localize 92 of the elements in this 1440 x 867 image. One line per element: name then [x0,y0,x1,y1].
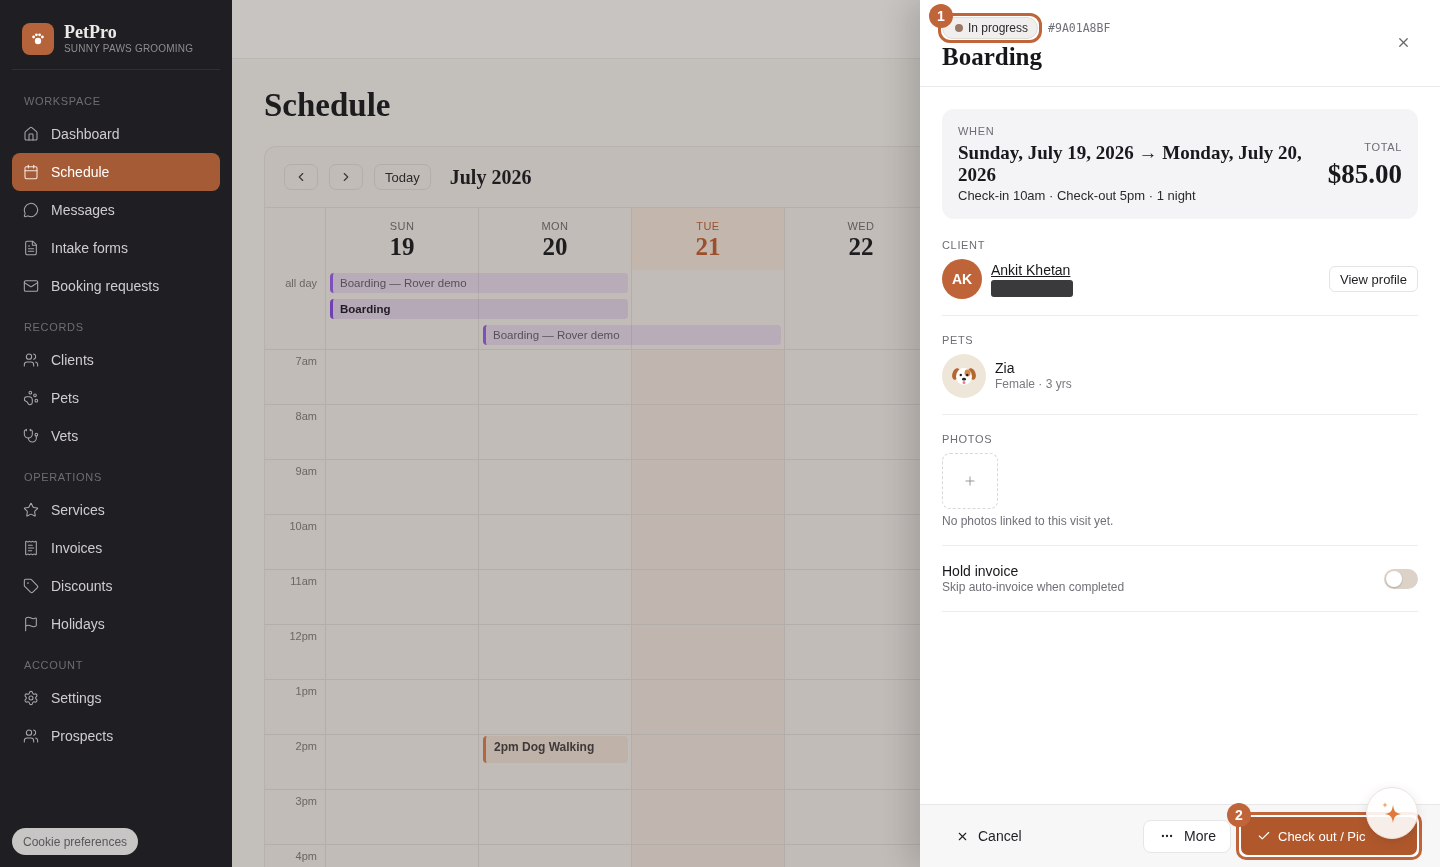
next-button[interactable] [329,164,363,190]
check-icon [1257,829,1271,843]
nav-item[interactable]: Booking requests [12,267,220,305]
nav-item[interactable]: Intake forms [12,229,220,267]
section-label: WHEN [958,124,996,138]
callout-number: 1 [929,4,953,28]
section-label: OPERATIONS [23,470,102,485]
calendar-icon [23,164,39,180]
nav-item[interactable]: Holidays [12,605,220,643]
people-icon [23,728,39,744]
client-name-link[interactable]: Ankit Khetan [991,262,1071,278]
envelope-icon [23,278,39,294]
hour-label: 10am [289,520,317,533]
tag-icon [23,578,39,594]
nav-item[interactable]: Pets [12,379,220,417]
all-day-label: all day [285,276,317,291]
sparkle-button[interactable] [1366,787,1418,839]
section-label: ACCOUNT [23,658,83,673]
booking-title: Boarding [942,43,1044,71]
more-button[interactable]: More [1143,819,1231,853]
pet-name: Zia [995,360,1016,377]
month-title: July 2026 [449,165,532,189]
section-label: WORKSPACE [23,94,101,109]
previous-button[interactable] [284,164,318,190]
nav-item[interactable]: Vets [12,417,220,455]
nav-item[interactable]: Schedule [12,153,220,191]
cookie-preferences-button[interactable]: Cookie preferences [12,828,139,855]
booking-reference: #9A01A8BF [1048,21,1111,35]
calendar-event[interactable]: 2pm Dog Walking [483,736,628,763]
chat-bubble-icon [23,202,39,218]
section-label: RECORDS [23,320,84,335]
total-label: TOTAL [1364,140,1402,154]
weekday-label: TUE [696,219,720,233]
hour-label: 9am [295,465,317,478]
day-number[interactable]: 22 [848,233,874,261]
page-title: Schedule [264,86,391,125]
all-day-event[interactable]: Boarding — Rover demo [483,325,781,345]
hour-label: 1pm [295,685,317,698]
hold-invoice-description: Skip auto-invoice when completed [942,580,1125,595]
paw-print-icon [23,390,39,406]
nav-item[interactable]: Prospects [12,717,220,755]
nav-item[interactable]: Settings [12,679,220,717]
receipt-icon [23,540,39,556]
dog-face-icon [942,354,986,398]
status-dot-icon [955,24,963,32]
all-day-event[interactable]: Boarding [330,299,628,319]
hour-label: 3pm [295,795,317,808]
empty-photos-text: No photos linked to this visit yet. [942,514,1115,529]
brand-subtitle: SUNNY PAWS GROOMING [64,42,194,55]
add-photo-button[interactable] [942,453,998,509]
section-label: CLIENT [942,238,987,252]
weekday-label: SUN [389,219,415,233]
hour-label: 11am [290,575,317,588]
day-number[interactable]: 20 [542,233,568,261]
section-label: PHOTOS [942,432,994,446]
flag-icon [23,616,39,632]
document-icon [23,240,39,256]
nav-item[interactable]: Services [12,491,220,529]
client-avatar: AK [942,259,982,299]
weekday-label: MON [541,219,569,233]
hour-label: 4pm [295,850,317,863]
hold-invoice-title: Hold invoice [942,563,1020,580]
star-icon [23,502,39,518]
nav-item[interactable]: Discounts [12,567,220,605]
nav-item[interactable]: Dashboard [12,115,220,153]
plus-icon [963,474,977,488]
house-icon [23,126,39,142]
stay-details: Check-in 10am · Check-out 5pm · 1 night [958,187,1197,205]
people-icon [23,352,39,368]
pet-details: Female · 3 yrs [995,377,1072,392]
cancel-button[interactable]: Cancel [942,820,1036,852]
callout-number: 2 [1227,803,1251,827]
hour-label: 12pm [289,630,317,643]
total-amount: $85.00 [1327,158,1402,190]
nav-item[interactable]: Messages [12,191,220,229]
hour-label: 7am [295,355,317,368]
view-profile-button[interactable]: View profile [1329,266,1418,292]
hour-label: 8am [295,410,317,423]
brand-name: PetPro [64,22,118,42]
all-day-event[interactable]: Boarding — Rover demo [330,273,628,293]
stethoscope-icon [23,428,39,444]
nav-item[interactable]: Clients [12,341,220,379]
paw-logo-icon [22,22,54,55]
date-range: Sunday, July 19, 2026 → Monday, July 20, 2026 [958,142,1303,186]
day-number[interactable]: 19 [389,233,415,261]
settings-icon [23,690,39,706]
toggle-switch[interactable] [1384,569,1418,589]
hour-label: 2pm [295,740,317,753]
today-button[interactable]: Today [374,164,431,190]
weekday-label: WED [847,219,875,233]
section-label: PETS [942,333,975,347]
nav-item[interactable]: Invoices [12,529,220,567]
